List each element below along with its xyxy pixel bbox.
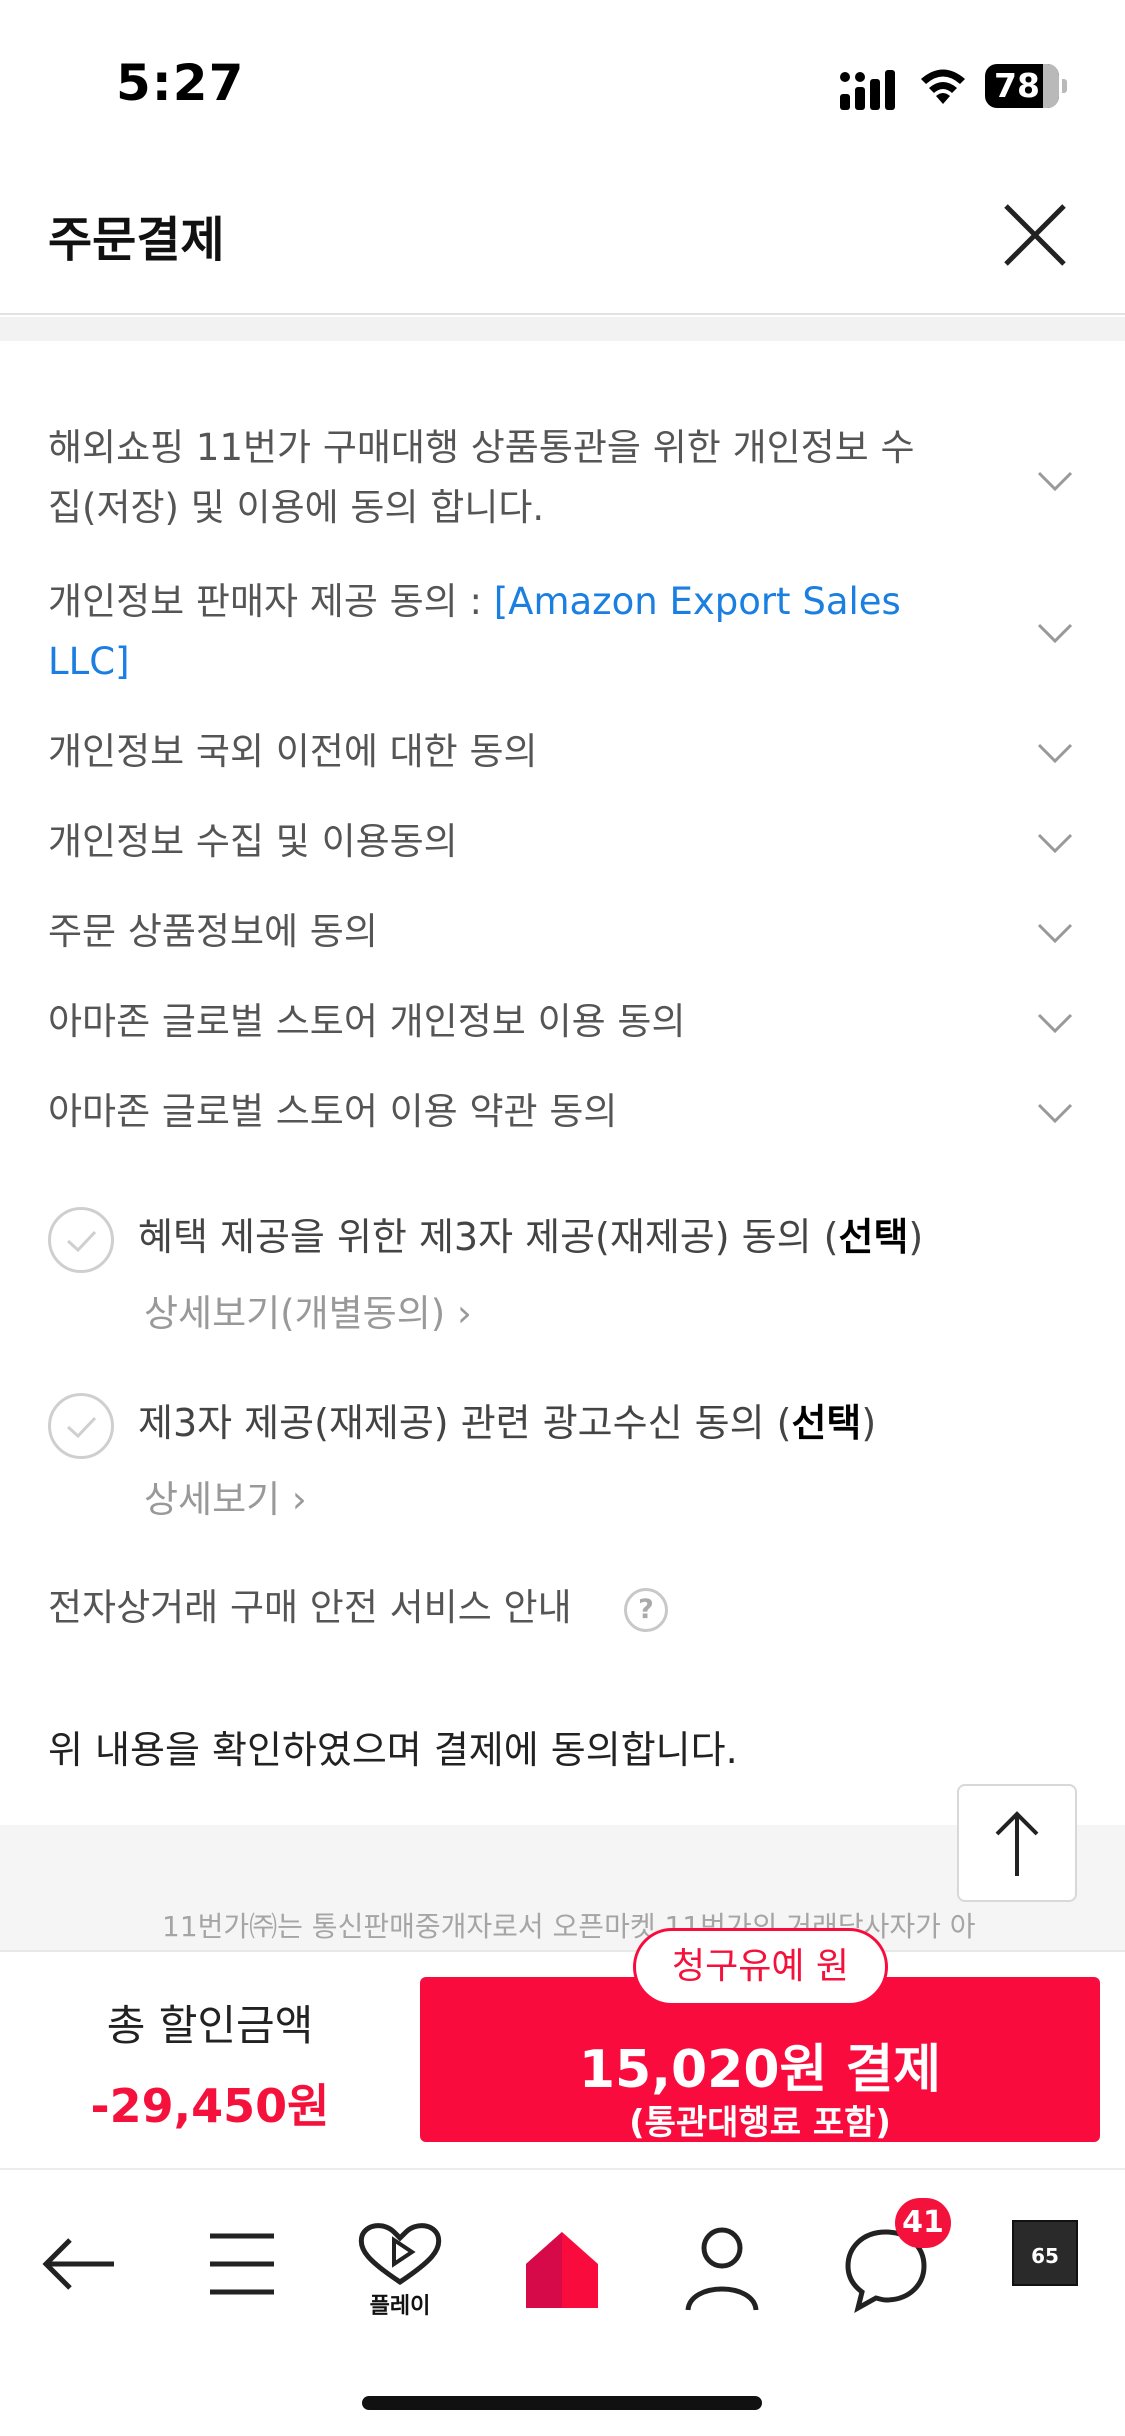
arrow-up-icon <box>995 1811 1039 1876</box>
agreement-label: 개인정보 판매자 제공 동의 : [Amazon Export Sales LLC… <box>48 580 901 683</box>
chevron-down-icon <box>1037 1013 1073 1034</box>
consent-checkbox[interactable] <box>48 1393 114 1459</box>
wifi-icon <box>921 69 965 104</box>
chevron-down-icon <box>1037 833 1073 854</box>
signal-icon <box>840 70 895 110</box>
chevron-down-icon <box>1037 471 1073 492</box>
thumbnail-text: 65 <box>1031 2244 1059 2268</box>
status-bar: 5:27 78 <box>0 0 1125 140</box>
agreement-label: 주문 상품정보에 동의 <box>48 910 378 953</box>
detail-link[interactable]: 상세보기(개별동의) › <box>144 1289 472 1339</box>
header: 주문결제 <box>0 140 1125 315</box>
agreement-customs-clearance[interactable]: 해외쇼핑 11번가 구매대행 상품통관을 위한 개인정보 수 집(저장) 및 이용… <box>48 418 1088 538</box>
detail-link[interactable]: 상세보기 › <box>144 1475 307 1525</box>
close-icon[interactable] <box>1000 200 1070 270</box>
play-label: 플레이 <box>369 2294 431 2319</box>
agreement-seller-provision[interactable]: 개인정보 판매자 제공 동의 : [Amazon Export Sales LLC… <box>48 572 1088 692</box>
scroll-top-button[interactable] <box>957 1784 1077 1902</box>
agreement-overseas-transfer[interactable]: 개인정보 국외 이전에 대한 동의 <box>48 722 1088 782</box>
section-divider <box>0 317 1125 341</box>
safety-service-info: 전자상거래 구매 안전 서비스 안내 ? <box>48 1578 668 1638</box>
profile-icon[interactable] <box>672 2220 772 2320</box>
play-heart-icon <box>358 2223 442 2286</box>
agreement-product-info[interactable]: 주문 상품정보에 동의 <box>48 902 1088 962</box>
back-arrow-icon[interactable] <box>30 2220 130 2320</box>
agreement-label: 개인정보 수집 및 이용동의 <box>48 820 458 863</box>
consent-label: 혜택 제공을 위한 제3자 제공(재제공) 동의 (선택) <box>138 1215 924 1259</box>
discount-value: -29,450원 <box>90 2079 330 2133</box>
agreement-label: 해외쇼핑 11번가 구매대행 상품통관을 위한 개인정보 수 집(저장) 및 이용… <box>48 426 915 529</box>
chevron-down-icon <box>1037 1103 1073 1124</box>
battery-icon: 78 <box>985 64 1067 108</box>
home-indicator <box>362 2396 762 2410</box>
seller-link[interactable]: [Amazon Export Sales <box>494 580 901 623</box>
chevron-down-icon <box>1037 623 1073 644</box>
recent-item-thumbnail[interactable]: 65 <box>1012 2220 1078 2286</box>
confirm-text: 위 내용을 확인하였으며 결제에 동의합니다. <box>48 1728 738 1772</box>
optional-consent-third-party: 혜택 제공을 위한 제3자 제공(재제공) 동의 (선택) 상세보기(개별동의)… <box>48 1207 1088 1337</box>
agreement-amazon-terms[interactable]: 아마존 글로벌 스토어 이용 약관 동의 <box>48 1082 1088 1142</box>
menu-icon[interactable] <box>190 2220 290 2320</box>
consent-label: 제3자 제공(재제공) 관련 광고수신 동의 (선택) <box>138 1401 877 1445</box>
check-icon <box>66 1230 97 1253</box>
chevron-down-icon <box>1037 743 1073 764</box>
agreement-label: 아마존 글로벌 스토어 개인정보 이용 동의 <box>48 1000 686 1043</box>
agreement-collection-use[interactable]: 개인정보 수집 및 이용동의 <box>48 812 1088 872</box>
agreement-label: 개인정보 국외 이전에 대한 동의 <box>48 730 538 773</box>
check-icon <box>66 1416 97 1439</box>
consent-checkbox[interactable] <box>48 1207 114 1273</box>
payment-bar: 총 할인금액 -29,450원 15,020원 결제 (통관대행료 포함) <box>0 1950 1125 2168</box>
discount-label: 총 할인금액 <box>106 2001 314 2050</box>
optional-consent-ad-receive: 제3자 제공(재제공) 관련 광고수신 동의 (선택) 상세보기 › <box>48 1393 1088 1523</box>
pay-subtext: (통관대행료 포함) <box>629 2103 891 2143</box>
play-button[interactable]: 플레이 <box>350 2220 450 2320</box>
defer-badge: 청구유예 원 <box>633 1928 888 2006</box>
status-time: 5:27 <box>116 54 245 112</box>
agreement-label: 아마존 글로벌 스토어 이용 약관 동의 <box>48 1090 618 1133</box>
help-icon[interactable]: ? <box>624 1588 668 1632</box>
home-icon[interactable] <box>512 2220 612 2320</box>
chevron-down-icon <box>1037 923 1073 944</box>
page-title: 주문결제 <box>48 212 225 268</box>
agreement-amazon-privacy[interactable]: 아마존 글로벌 스토어 개인정보 이용 동의 <box>48 992 1088 1052</box>
battery-level: 78 <box>994 66 1040 105</box>
chat-badge: 41 <box>895 2198 951 2248</box>
safety-service-label: 전자상거래 구매 안전 서비스 안내 <box>48 1586 572 1629</box>
pay-amount: 15,020원 결제 <box>578 2040 942 2100</box>
